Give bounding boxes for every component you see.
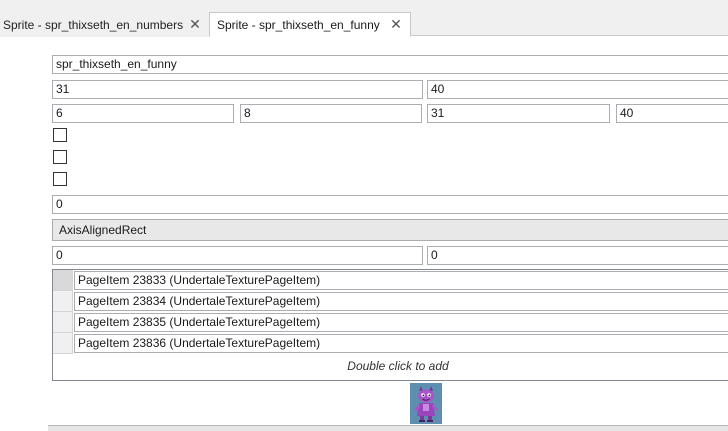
close-icon[interactable]: ✕ xyxy=(388,16,404,33)
close-icon[interactable]: ✕ xyxy=(187,16,203,33)
table-row[interactable]: PageItem 23834 (UndertaleTexturePageItem… xyxy=(53,291,728,312)
origin-y-field[interactable]: 0 xyxy=(427,246,728,265)
row-header[interactable] xyxy=(53,333,73,354)
row-header[interactable] xyxy=(53,270,73,291)
tab-label: Sprite - spr_thixseth_en_funny xyxy=(217,17,380,32)
texture-cell[interactable]: PageItem 23833 (UndertaleTexturePageItem… xyxy=(74,271,728,290)
sprite-character-image xyxy=(410,383,442,424)
margin-right-field[interactable]: 31 xyxy=(427,104,610,123)
sprite-name-field[interactable]: spr_thixseth_en_funny xyxy=(52,55,728,74)
table-row[interactable]: PageItem 23833 (UndertaleTexturePageItem… xyxy=(53,270,728,291)
texture-cell[interactable]: PageItem 23835 (UndertaleTexturePageItem… xyxy=(74,313,728,332)
width-field[interactable]: 31 xyxy=(52,80,423,99)
margin-left-field[interactable]: 6 xyxy=(52,104,234,123)
origin-x-field[interactable]: 0 xyxy=(52,246,423,265)
bottom-panel-edge xyxy=(48,425,728,431)
texture-cell[interactable]: PageItem 23836 (UndertaleTexturePageItem… xyxy=(74,334,728,353)
tab-spr-thixseth-en-funny[interactable]: Sprite - spr_thixseth_en_funny ✕ xyxy=(209,12,411,37)
margin-top-field[interactable]: 8 xyxy=(240,104,422,123)
tab-label: Sprite - spr_thixseth_en_numbers xyxy=(3,17,184,32)
textures-grid: PageItem 23833 (UndertaleTexturePageItem… xyxy=(52,269,728,381)
sep-masks-dropdown[interactable]: AxisAlignedRect xyxy=(52,219,728,241)
smooth-checkbox[interactable] xyxy=(53,150,67,164)
table-row[interactable]: PageItem 23835 (UndertaleTexturePageItem… xyxy=(53,312,728,333)
row-header[interactable] xyxy=(53,312,73,333)
sprite-preview xyxy=(410,383,442,424)
tab-spr-thixseth-en-numbers[interactable]: Sprite - spr_thixseth_en_numbers ✕ xyxy=(0,12,209,37)
transparent-checkbox[interactable] xyxy=(53,128,67,142)
bbox-mode-field[interactable]: 0 xyxy=(52,195,728,214)
preload-checkbox[interactable] xyxy=(53,172,67,186)
row-header[interactable] xyxy=(53,291,73,312)
texture-cell[interactable]: PageItem 23834 (UndertaleTexturePageItem… xyxy=(74,292,728,311)
margin-bottom-field[interactable]: 40 xyxy=(616,104,728,123)
tab-strip: Sprite - spr_thixseth_en_numbers ✕ Sprit… xyxy=(0,0,728,37)
table-row[interactable]: PageItem 23836 (UndertaleTexturePageItem… xyxy=(53,333,728,354)
add-texture-hint[interactable]: Double click to add xyxy=(53,359,728,373)
height-field[interactable]: 40 xyxy=(427,80,728,99)
